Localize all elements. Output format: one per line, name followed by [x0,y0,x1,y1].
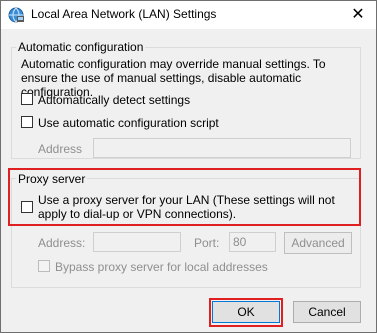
use-proxy-checkbox[interactable] [21,201,33,213]
use-config-script-label[interactable]: Use automatic configuration script [38,116,219,130]
network-globe-icon [8,7,24,23]
script-address-field[interactable] [93,138,351,158]
advanced-button[interactable]: Advanced [284,232,352,254]
close-button[interactable]: ✕ [340,1,376,29]
script-address-label: Address [38,142,83,156]
proxy-address-field[interactable] [93,232,181,252]
proxy-port-field[interactable]: 80 [229,232,276,252]
proxy-address-label: Address: [38,236,86,250]
automatic-configuration-legend: Automatic configuration [16,40,146,54]
use-proxy-label[interactable]: Use a proxy server for your LAN (These s… [38,193,358,221]
window-title: Local Area Network (LAN) Settings [31,7,217,21]
use-config-script-checkbox[interactable] [21,116,33,128]
proxy-server-legend: Proxy server [16,172,88,186]
bypass-local-checkbox[interactable] [38,260,50,272]
lan-settings-dialog: Local Area Network (LAN) Settings ✕ Auto… [0,0,377,333]
automatically-detect-checkbox[interactable] [21,93,33,105]
proxy-port-label: Port: [194,236,220,250]
bypass-local-label[interactable]: Bypass proxy server for local addresses [55,260,268,274]
automatically-detect-label[interactable]: Automatically detect settings [38,93,190,107]
cancel-button[interactable]: Cancel [293,301,361,323]
title-bar: Local Area Network (LAN) Settings ✕ [1,1,376,29]
ok-button[interactable]: OK [212,301,280,323]
